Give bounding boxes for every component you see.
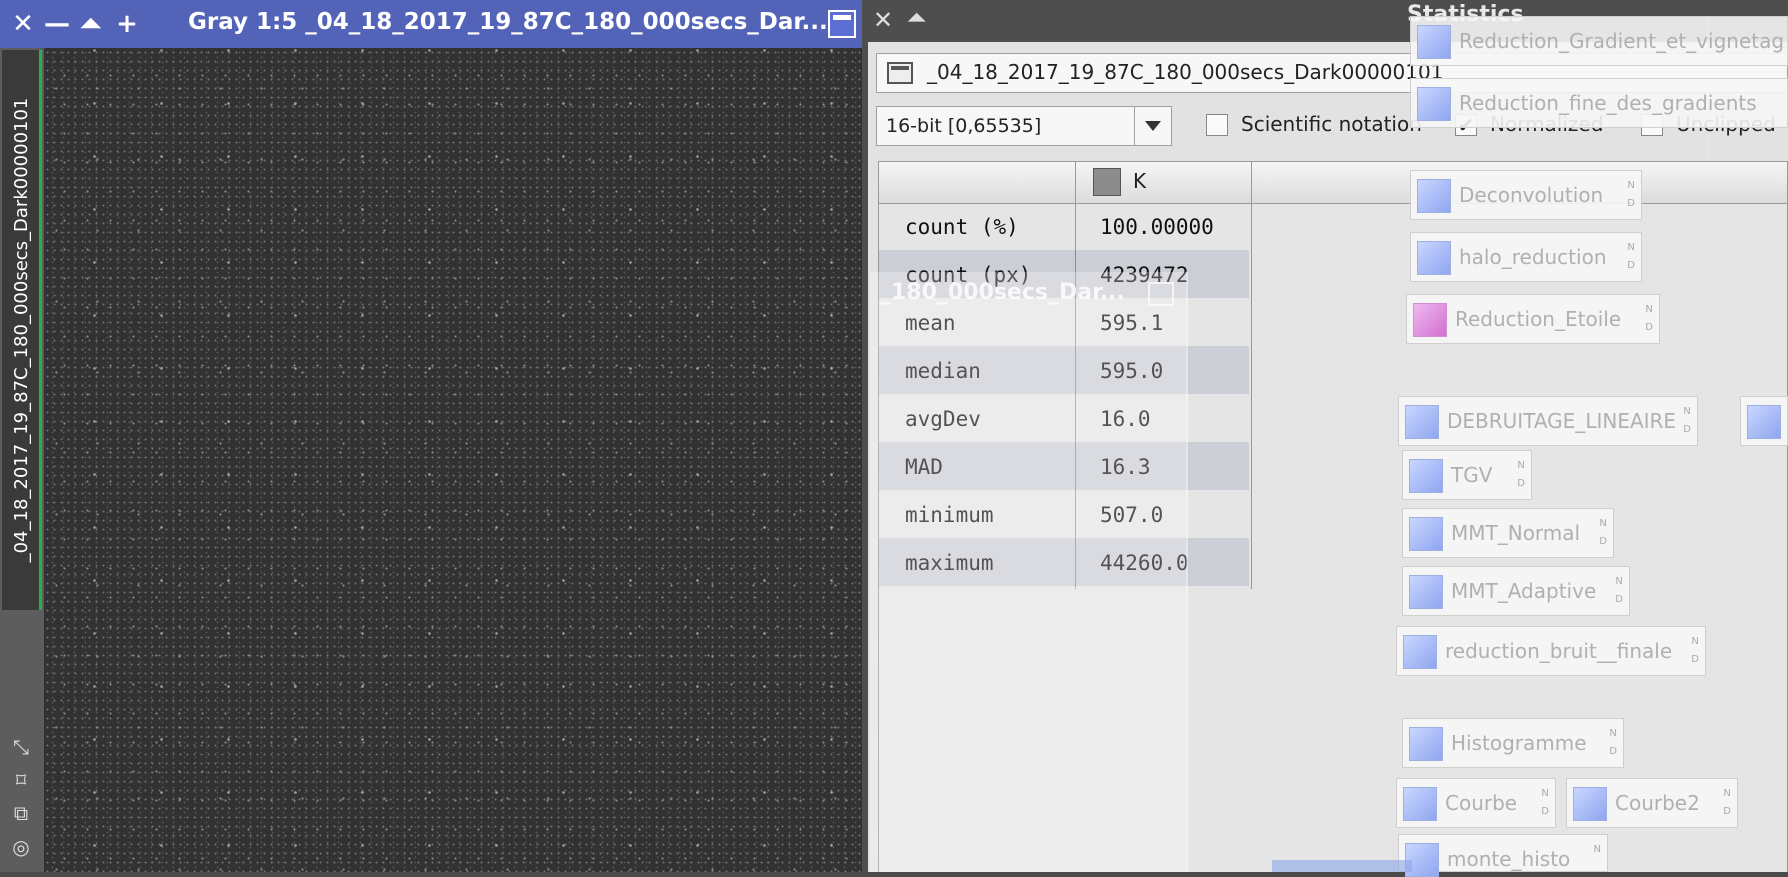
nd-badge: ND: [1615, 576, 1623, 605]
stat-label-count-percent: count (%): [905, 215, 1019, 239]
process-icon-label: MMT_Normal: [1451, 521, 1581, 545]
process-icon-image: [1409, 517, 1443, 551]
nd-badge: ND: [1627, 180, 1635, 209]
window-drag-preview: [870, 272, 1188, 872]
zoom-in-icon[interactable]: +: [112, 7, 142, 41]
process-icon-label: Courbe: [1445, 791, 1518, 815]
preview-edge: [1186, 272, 1188, 872]
process-icon-image: [1403, 635, 1437, 669]
image-view-icon: [887, 62, 913, 84]
zoom-region-icon[interactable]: ⌑: [8, 767, 34, 793]
process-icon-image: [1417, 87, 1451, 121]
nd-badge: ND: [1541, 788, 1549, 817]
process-icon-label: Reduction_fine_des_gradients: [1459, 91, 1757, 115]
statistics-close-icon[interactable]: ✕: [873, 6, 893, 34]
process-icon-image: [1409, 727, 1443, 761]
process-icon-reduction-bruit-finale[interactable]: reduction_bruit__finale ND: [1396, 626, 1706, 676]
nd-badge: ND: [1691, 636, 1699, 665]
nd-badge: ND: [1683, 406, 1691, 435]
target-icon[interactable]: ◎: [8, 834, 34, 860]
process-icon-label: TGV: [1451, 463, 1493, 487]
process-icon-label: Deconvolution: [1459, 183, 1604, 207]
window-drag-preview-title: _180_000secs_Dar...: [880, 280, 1125, 305]
image-window-titlebar[interactable]: ✕ — ⏶ + Gray 1:5 _04_18_2017_19_87C_180_…: [0, 0, 862, 48]
process-icon-reduction-fine[interactable]: Reduction_fine_des_gradients: [1410, 78, 1788, 128]
process-icon-label: Courbe2: [1615, 791, 1700, 815]
header-separator: [1251, 162, 1252, 204]
process-icon-label: Histogramme: [1451, 731, 1587, 755]
process-icon-label: halo_reduction: [1459, 245, 1607, 269]
minimize-icon[interactable]: —: [42, 7, 72, 41]
close-icon[interactable]: ✕: [8, 7, 38, 41]
stat-value-count-percent: 100.00000: [1100, 215, 1214, 239]
image-canvas[interactable]: [44, 48, 862, 872]
process-icon-tgv[interactable]: TGV ND: [1402, 450, 1532, 500]
process-icon-image: [1417, 179, 1451, 213]
maximize-icon[interactable]: [828, 10, 856, 38]
process-icon-image: [1417, 25, 1451, 59]
image-window: ✕ — ⏶ + Gray 1:5 _04_18_2017_19_87C_180_…: [0, 0, 862, 872]
process-icon-image: [1409, 575, 1443, 609]
image-window-title: Gray 1:5 _04_18_2017_19_87C_180_000secs_…: [188, 9, 828, 35]
image-view-tab-label: _04_18_2017_19_87C_180_000secs_Dark00000…: [11, 97, 32, 563]
nd-badge: ND: [1627, 242, 1635, 271]
scientific-notation-checkbox[interactable]: [1206, 114, 1228, 136]
image-view-tab[interactable]: _04_18_2017_19_87C_180_000secs_Dark00000…: [2, 50, 42, 610]
nd-badge: ND: [1723, 788, 1731, 817]
process-icon-label: monte_histo: [1447, 847, 1571, 871]
process-icon-image: [1405, 405, 1439, 439]
process-icon-courbe2[interactable]: Courbe2 ND: [1566, 778, 1738, 828]
process-icon-reduction-etoile[interactable]: Reduction_Etoile ND: [1406, 294, 1660, 344]
fit-view-icon[interactable]: ⤡: [8, 734, 34, 760]
process-icon-halo-reduction[interactable]: halo_reduction ND: [1410, 232, 1642, 282]
process-icon-label: Reduction_Etoile: [1455, 307, 1622, 331]
scientific-notation-label: Scientific notation: [1241, 112, 1422, 136]
process-icon-image: [1403, 787, 1437, 821]
statistics-shade-icon[interactable]: ⏶: [908, 6, 926, 31]
table-header-row: [878, 161, 1788, 204]
channel-color-swatch: [1093, 168, 1121, 196]
chevron-down-icon[interactable]: [1134, 107, 1171, 145]
clone-view-icon[interactable]: ⧉: [8, 800, 34, 826]
column-separator: [1251, 204, 1252, 589]
process-icon-image: [1417, 241, 1451, 275]
process-icon-deconvolution[interactable]: Deconvolution ND: [1410, 170, 1642, 220]
process-icon-image: [1413, 303, 1447, 337]
shade-icon[interactable]: ⏶: [76, 7, 106, 41]
process-icon-monte-histo[interactable]: monte_histo N: [1398, 834, 1608, 877]
nd-badge: ND: [1599, 518, 1607, 547]
channel-name: K: [1133, 169, 1147, 193]
partial-window-edge: [1272, 860, 1412, 872]
nd-badge: ND: [1517, 460, 1525, 489]
bit-depth-value: 16-bit [0,65535]: [886, 115, 1042, 137]
preview-maximize-icon: [1148, 282, 1174, 306]
process-icon-label: DEBRUITAGE_LINEAIRE: [1447, 409, 1677, 433]
nd-badge: N: [1593, 844, 1601, 855]
process-icon-reduction-gradient[interactable]: Reduction_Gradient_et_vignetag: [1410, 16, 1788, 66]
process-icon-label: Reduction_Gradient_et_vignetag: [1459, 29, 1785, 53]
process-icon-label: MMT_Adaptive: [1451, 579, 1597, 603]
process-icon-debruitage-lineaire[interactable]: DEBRUITAGE_LINEAIRE ND: [1398, 396, 1698, 446]
process-icon-courbe[interactable]: Courbe ND: [1396, 778, 1556, 828]
process-icon-mmt-normal[interactable]: MMT_Normal ND: [1402, 508, 1614, 558]
process-icon-image: [1409, 459, 1443, 493]
process-icon-mmt-adaptive[interactable]: MMT_Adaptive ND: [1402, 566, 1630, 616]
view-selector-value: _04_18_2017_19_87C_180_000secs_Dark00000…: [927, 60, 1444, 84]
process-icon-label: reduction_bruit__finale: [1445, 639, 1673, 663]
nd-badge: ND: [1609, 728, 1617, 757]
process-icon-histogramme[interactable]: Histogramme ND: [1402, 718, 1624, 768]
bit-depth-combobox[interactable]: 16-bit [0,65535]: [876, 106, 1172, 146]
process-icon-partial[interactable]: [1740, 396, 1788, 446]
process-icon-image: [1747, 405, 1781, 439]
process-icon-image: [1573, 787, 1607, 821]
header-separator: [1075, 162, 1076, 204]
nd-badge: ND: [1645, 304, 1653, 333]
